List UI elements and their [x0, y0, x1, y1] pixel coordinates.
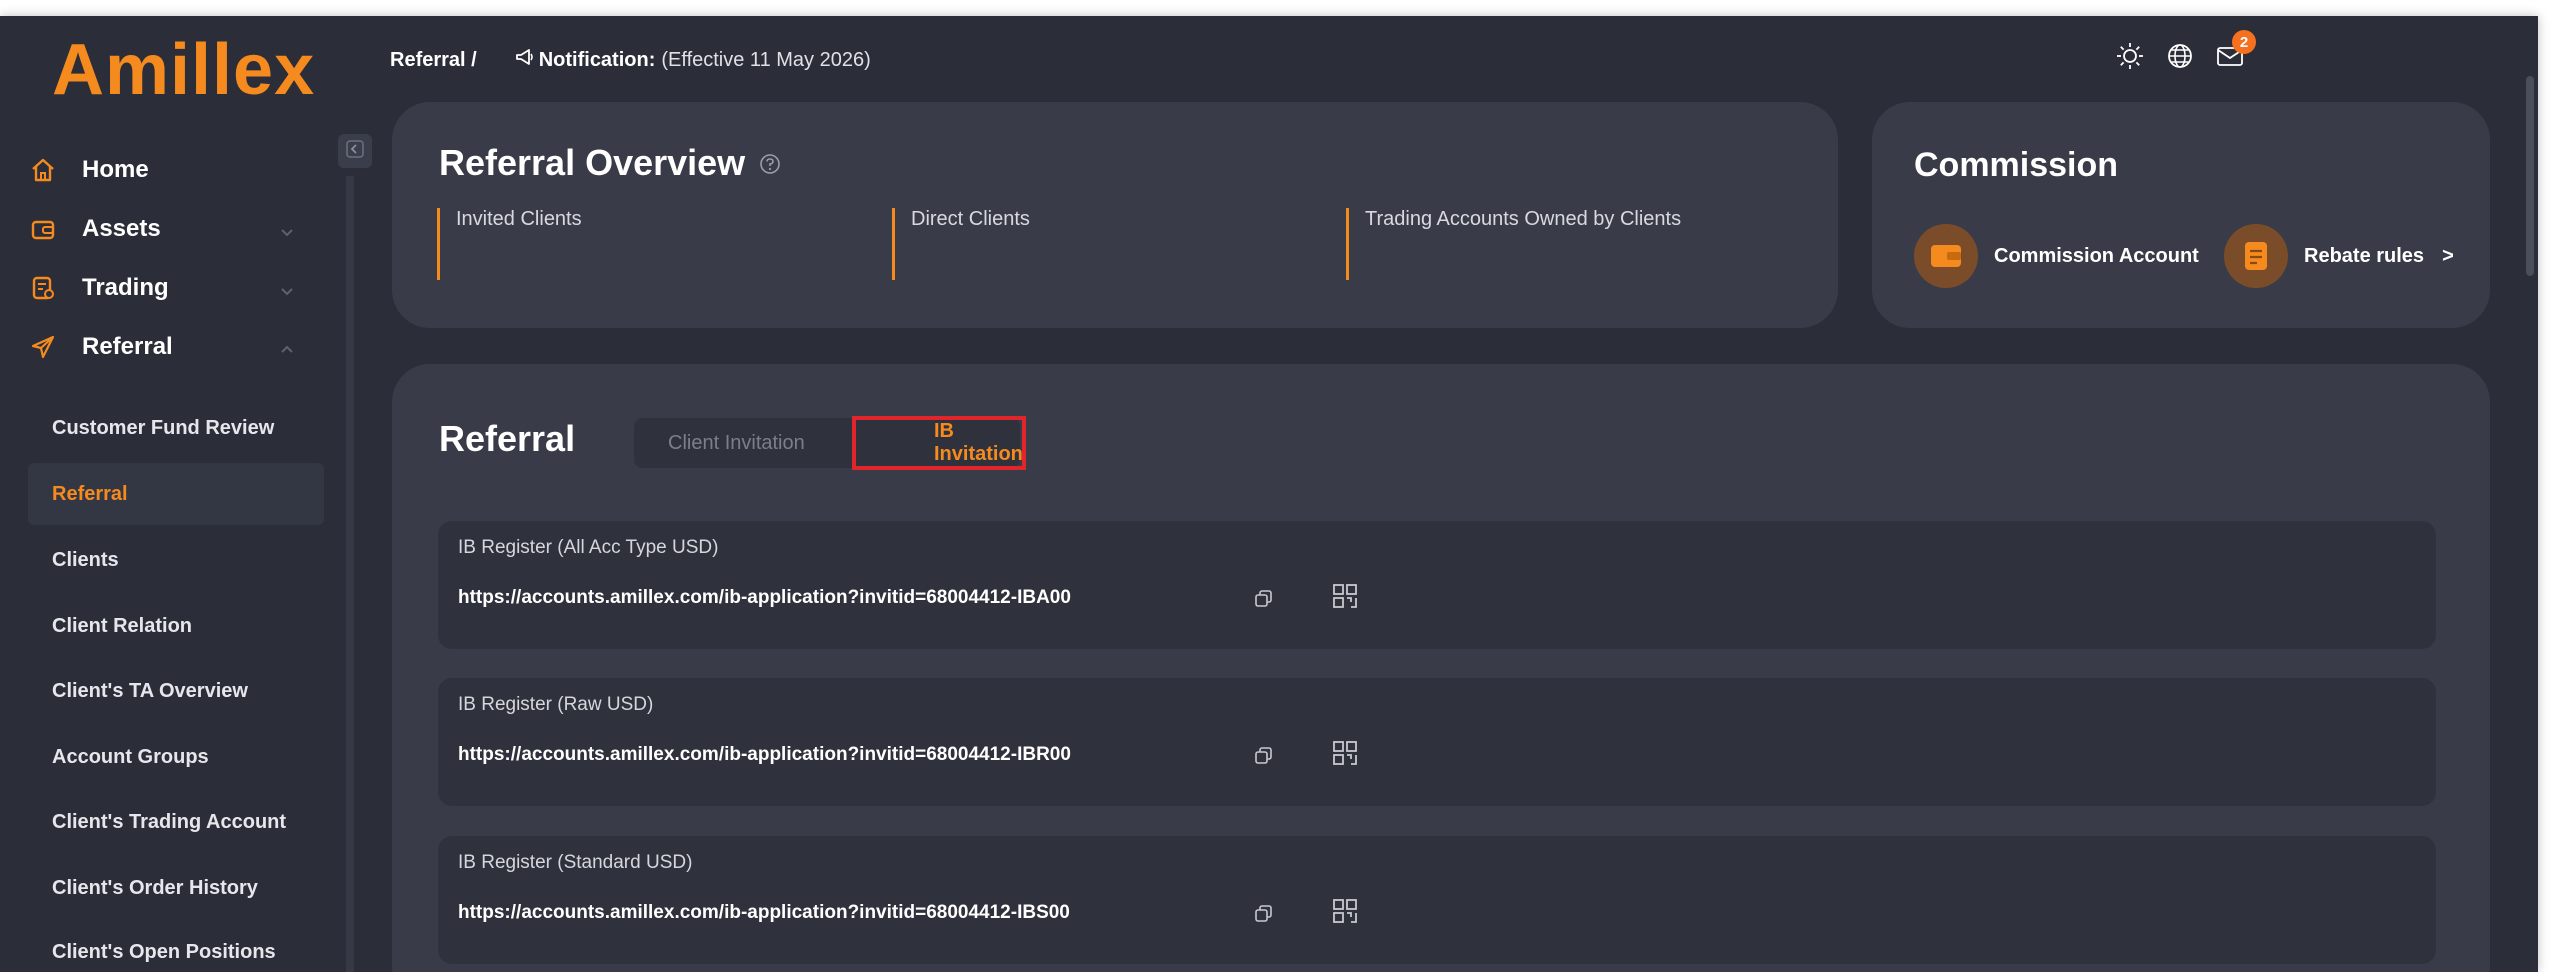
- subitem-referral[interactable]: Referral: [52, 464, 322, 524]
- sun-icon: [2115, 41, 2145, 76]
- qr-code-icon[interactable]: [1332, 898, 1360, 926]
- overview-title-text: Referral Overview: [439, 142, 746, 183]
- link-url[interactable]: https://accounts.amillex.com/ib-applicat…: [458, 587, 1071, 609]
- commission-card: Commission Commission Account Rebate rul…: [1872, 102, 2490, 328]
- commission-title: Commission: [1914, 146, 2119, 184]
- link-row: IB Register (Standard USD) https://accou…: [438, 836, 2436, 964]
- chevron-right-icon: >: [2442, 244, 2454, 267]
- megaphone-icon: [515, 48, 535, 72]
- globe-icon: [2166, 42, 2194, 75]
- rebate-rules-link[interactable]: Rebate rules >: [2224, 224, 2454, 288]
- home-icon: [30, 157, 56, 183]
- overview-title: Referral Overview: [439, 142, 781, 184]
- copy-icon[interactable]: [1254, 904, 1276, 926]
- subitem-clients[interactable]: Clients: [52, 530, 322, 590]
- sidebar-item-label: Assets: [82, 215, 161, 242]
- commission-account-label: Commission Account: [1994, 244, 2199, 267]
- breadcrumb[interactable]: Referral /: [390, 49, 477, 72]
- wallet-icon: [1914, 224, 1978, 288]
- sidebar: Amillex Home Assets Trading Referral Cus…: [0, 16, 338, 972]
- copy-icon[interactable]: [1254, 746, 1276, 768]
- link-title: IB Register (All Acc Type USD): [458, 537, 719, 558]
- link-url[interactable]: https://accounts.amillex.com/ib-applicat…: [458, 902, 1070, 924]
- topbar: Referral / Notification: (Effective 11 M…: [390, 44, 871, 76]
- subitem-clients-ta-overview[interactable]: Client's TA Overview: [52, 661, 322, 721]
- theme-toggle-button[interactable]: [2112, 40, 2148, 76]
- chevron-up-icon: [278, 338, 296, 356]
- sidebar-item-referral[interactable]: Referral: [30, 327, 310, 367]
- link-row: IB Register (All Acc Type USD) https://a…: [438, 521, 2436, 649]
- subitem-clients-order-history[interactable]: Client's Order History: [52, 858, 322, 918]
- sidebar-item-trading[interactable]: Trading: [30, 268, 310, 308]
- stat-trading-accounts: Trading Accounts Owned by Clients: [1346, 208, 1681, 280]
- top-icons: 2: [2112, 30, 2262, 78]
- stat-invited-clients: Invited Clients: [437, 208, 582, 280]
- collapse-icon: [346, 139, 364, 163]
- referral-overview-card: Referral Overview Invited Clients Direct…: [392, 102, 1838, 328]
- sidebar-item-assets[interactable]: Assets: [30, 209, 310, 249]
- notification[interactable]: Notification: (Effective 11 May 2026): [515, 48, 871, 72]
- sidebar-item-label: Home: [82, 156, 149, 183]
- sidebar-item-label: Referral: [82, 333, 173, 360]
- qr-code-icon[interactable]: [1332, 583, 1360, 611]
- qr-code-icon[interactable]: [1332, 740, 1360, 768]
- link-row: IB Register (Raw USD) https://accounts.a…: [438, 678, 2436, 806]
- subitem-account-groups[interactable]: Account Groups: [52, 727, 322, 787]
- paper-plane-icon: [30, 334, 56, 360]
- page-scrollbar[interactable]: [2526, 76, 2534, 276]
- notification-label: Notification:: [538, 48, 656, 71]
- tab-highlight-box: [852, 416, 1026, 470]
- sidebar-divider: [346, 176, 354, 972]
- commission-account-link[interactable]: Commission Account: [1914, 224, 2199, 288]
- app-window: Amillex Home Assets Trading Referral Cus…: [0, 16, 2538, 972]
- rebate-rules-label: Rebate rules: [2304, 244, 2425, 267]
- link-title: IB Register (Standard USD): [458, 852, 693, 873]
- chevron-down-icon: [278, 220, 296, 238]
- rules-document-icon: [2224, 224, 2288, 288]
- language-button[interactable]: [2162, 40, 2198, 76]
- collapse-sidebar-button[interactable]: [338, 134, 372, 168]
- stat-direct-clients: Direct Clients: [892, 208, 1030, 280]
- document-icon: [30, 275, 56, 301]
- mail-badge: 2: [2232, 30, 2256, 54]
- help-icon[interactable]: [759, 142, 781, 184]
- sidebar-item-label: Trading: [82, 274, 169, 301]
- subitem-customer-fund-review[interactable]: Customer Fund Review: [52, 398, 322, 458]
- link-url[interactable]: https://accounts.amillex.com/ib-applicat…: [458, 744, 1071, 766]
- referral-title: Referral: [439, 418, 576, 459]
- tab-client-invitation[interactable]: Client Invitation: [668, 418, 805, 468]
- link-title: IB Register (Raw USD): [458, 694, 654, 715]
- chevron-down-icon: [278, 279, 296, 297]
- notification-text: (Effective 11 May 2026): [661, 48, 871, 71]
- messages-button[interactable]: 2: [2212, 30, 2256, 76]
- copy-icon[interactable]: [1254, 589, 1276, 611]
- logo: Amillex: [52, 30, 316, 110]
- subitem-clients-trading-account[interactable]: Client's Trading Account: [52, 792, 322, 852]
- sidebar-item-home[interactable]: Home: [30, 150, 310, 190]
- referral-card: Referral Client Invitation IB Invitation…: [392, 364, 2490, 972]
- subitem-clients-open-positions[interactable]: Client's Open Positions: [52, 922, 322, 972]
- wallet-icon: [30, 216, 56, 242]
- subitem-client-relation[interactable]: Client Relation: [52, 596, 322, 656]
